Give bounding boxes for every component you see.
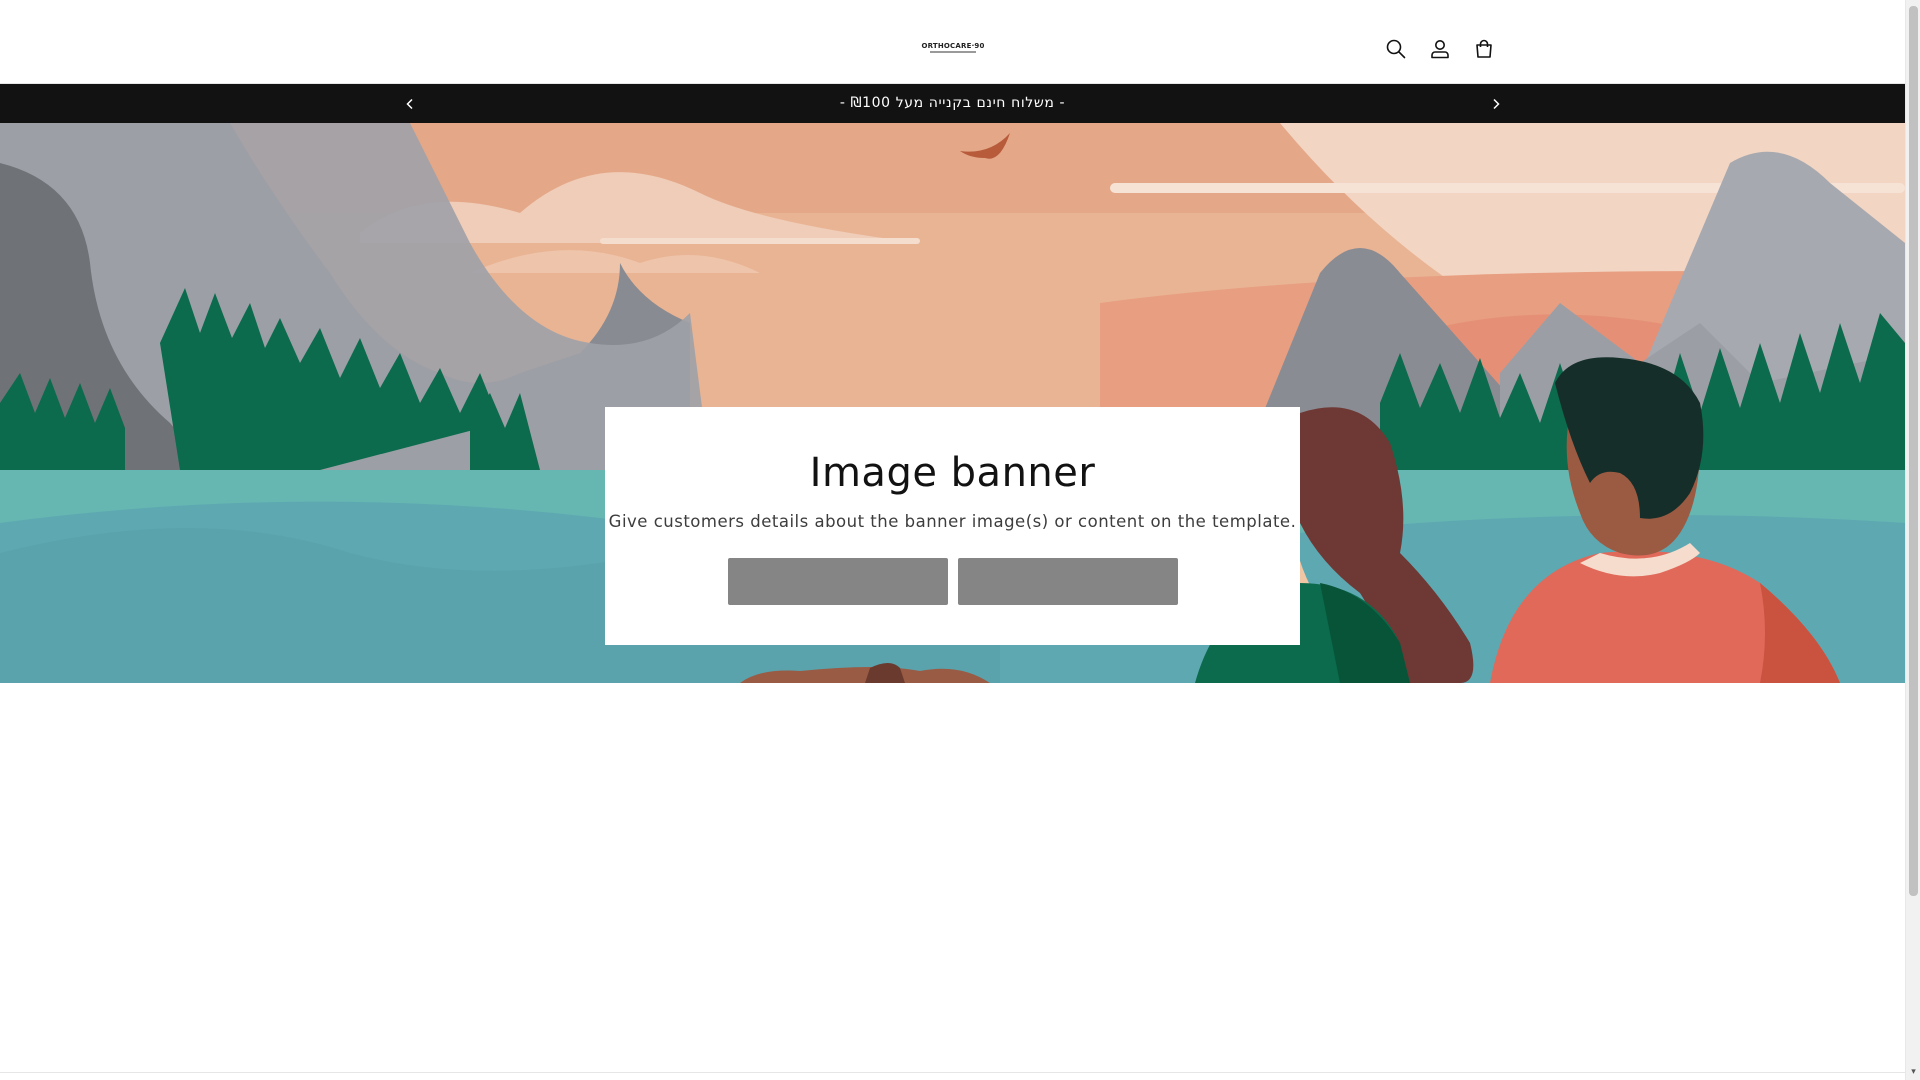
scroll-down-arrow-icon[interactable]: ▾: [1909, 1067, 1918, 1077]
banner-content-box: Image banner Give customers details abou…: [605, 407, 1300, 645]
chevron-right-icon: [1493, 98, 1500, 109]
banner-buttons: [728, 558, 1178, 605]
account-button[interactable]: [1425, 34, 1455, 64]
banner-button-1[interactable]: [728, 558, 948, 605]
cart-icon: [1476, 39, 1492, 58]
page-scrollbar[interactable]: ▾: [1905, 0, 1920, 1080]
logo-text: ORTHOCARE·90: [921, 42, 985, 50]
banner-button-2[interactable]: [958, 558, 1178, 605]
image-banner: Image banner Give customers details abou…: [0, 123, 1905, 683]
logo-tagline-line: [930, 51, 976, 53]
page: ORTHOCARE·90 - משלוח חינם בקנייה מעל ₪10…: [0, 0, 1905, 1080]
banner-title: Image banner: [809, 450, 1096, 496]
search-button[interactable]: [1381, 34, 1411, 64]
announcement-text: - משלוח חינם בקנייה מעל ₪100 -: [839, 95, 1066, 111]
cart-button[interactable]: [1469, 34, 1499, 64]
account-icon: [1431, 40, 1449, 59]
scrollbar-thumb[interactable]: [1909, 6, 1918, 896]
site-header: ORTHOCARE·90: [0, 0, 1905, 84]
banner-text: Give customers details about the banner …: [608, 512, 1297, 531]
announcement-next-button[interactable]: [1476, 84, 1516, 123]
announcement-bar: - משלוח חינם בקנייה מעל ₪100 -: [0, 84, 1905, 123]
site-logo[interactable]: ORTHOCARE·90: [921, 42, 984, 58]
section-divider: [0, 1072, 1905, 1073]
search-icon: [1386, 39, 1406, 59]
